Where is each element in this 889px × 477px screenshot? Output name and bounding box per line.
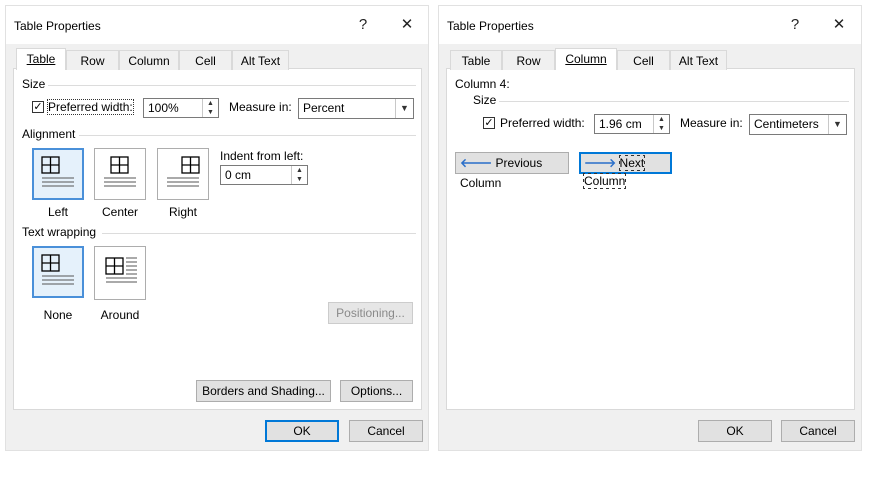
close-icon[interactable]: ✕ xyxy=(396,14,418,36)
close-icon[interactable]: ✕ xyxy=(828,14,850,36)
chevron-down-icon[interactable]: ▼ xyxy=(395,99,413,118)
next-column-button[interactable]: 🡒 Next Column xyxy=(579,152,672,189)
size-section-label: Size xyxy=(22,77,46,91)
indent-from-left-label: Indent from left: xyxy=(220,149,304,163)
wrap-around-label: Around xyxy=(100,308,140,322)
right-tab-panel: Table Row Column Cell Alt Text Column 4:… xyxy=(446,48,855,410)
measure-in-label: Measure in: xyxy=(229,100,292,114)
align-right-icon xyxy=(167,156,200,187)
measure-in-select[interactable]: Percent ▼ xyxy=(298,98,414,119)
align-center-label: Center xyxy=(101,205,139,219)
width-spinner[interactable]: ▲ ▼ xyxy=(653,115,669,133)
previous-column-button[interactable]: 🡐 Previous Column xyxy=(455,152,569,190)
tab-cell[interactable]: Cell xyxy=(617,50,670,70)
positioning-button[interactable]: Positioning... xyxy=(328,302,413,324)
alignment-divider xyxy=(79,135,416,136)
indent-from-left-input[interactable]: 0 cm ▲ ▼ xyxy=(220,165,308,185)
tab-cell[interactable]: Cell xyxy=(179,50,232,70)
chevron-down-icon[interactable]: ▼ xyxy=(828,115,846,134)
left-titlebar: Table Properties ? ✕ xyxy=(6,6,428,44)
preferred-width-input[interactable]: 100% ▲ ▼ xyxy=(143,98,219,118)
help-icon[interactable]: ? xyxy=(352,14,374,36)
align-left-icon xyxy=(41,156,74,187)
size-divider xyxy=(48,85,416,86)
preferred-width-label: Preferred width: xyxy=(500,116,585,130)
right-titlebar: Table Properties ? ✕ xyxy=(439,6,861,44)
tab-table[interactable]: Table xyxy=(450,50,502,70)
borders-and-shading-button[interactable]: Borders and Shading... xyxy=(196,380,331,402)
left-tab-panel: Table Row Column Cell Alt Text Size ✓ Pr… xyxy=(13,48,422,410)
right-dialog-title: Table Properties xyxy=(447,19,534,33)
align-left-label: Left xyxy=(47,205,68,219)
tab-row[interactable]: Row xyxy=(66,50,119,70)
ok-button[interactable]: OK xyxy=(265,420,339,442)
wrap-around-option[interactable] xyxy=(94,246,146,300)
wrap-none-option[interactable] xyxy=(32,246,84,298)
arrow-right-icon: 🡒 xyxy=(584,156,617,170)
measure-in-select[interactable]: Centimeters ▼ xyxy=(749,114,847,135)
options-button[interactable]: Options... xyxy=(340,380,413,402)
preferred-width-label: Preferred width: xyxy=(47,99,134,115)
size-section-label: Size xyxy=(473,93,497,107)
tab-row[interactable]: Row xyxy=(502,50,555,70)
arrow-left-icon: 🡐 xyxy=(460,156,493,170)
column-number-label: Column 4: xyxy=(455,77,510,91)
preferred-width-input[interactable]: 1.96 cm ▲ ▼ xyxy=(594,114,670,134)
tab-alt-text[interactable]: Alt Text xyxy=(232,50,289,70)
wrap-none-label: None xyxy=(43,308,73,322)
text-wrapping-section-label: Text wrapping xyxy=(22,225,97,239)
width-spinner[interactable]: ▲ ▼ xyxy=(202,99,218,117)
tab-table[interactable]: Table xyxy=(16,48,66,70)
indent-spinner[interactable]: ▲ ▼ xyxy=(291,166,307,184)
align-center-icon xyxy=(104,156,136,187)
help-icon[interactable]: ? xyxy=(784,14,806,36)
left-dialog-title: Table Properties xyxy=(14,19,101,33)
left-dialog: Table Properties ? ✕ Table Row Column Ce… xyxy=(5,5,429,451)
measure-in-label: Measure in: xyxy=(680,116,743,130)
align-center-option[interactable] xyxy=(94,148,146,200)
preferred-width-checkbox[interactable]: ✓ xyxy=(32,101,44,113)
align-right-label: Right xyxy=(168,205,197,219)
size-divider xyxy=(499,101,849,102)
preferred-width-checkbox[interactable]: ✓ xyxy=(483,117,495,129)
right-dialog: Table Properties ? ✕ Table Row Column Ce… xyxy=(438,5,862,451)
tab-column[interactable]: Column xyxy=(555,48,617,70)
align-right-option[interactable] xyxy=(157,148,209,200)
alignment-section-label: Alignment xyxy=(22,127,76,141)
tab-column[interactable]: Column xyxy=(119,50,179,70)
text-wrapping-divider xyxy=(102,233,416,234)
cancel-button[interactable]: Cancel xyxy=(781,420,855,442)
align-left-option[interactable] xyxy=(32,148,84,200)
wrap-none-icon xyxy=(41,254,74,285)
wrap-around-icon xyxy=(105,257,137,283)
cancel-button[interactable]: Cancel xyxy=(349,420,423,442)
tab-alt-text[interactable]: Alt Text xyxy=(670,50,727,70)
ok-button[interactable]: OK xyxy=(698,420,772,442)
